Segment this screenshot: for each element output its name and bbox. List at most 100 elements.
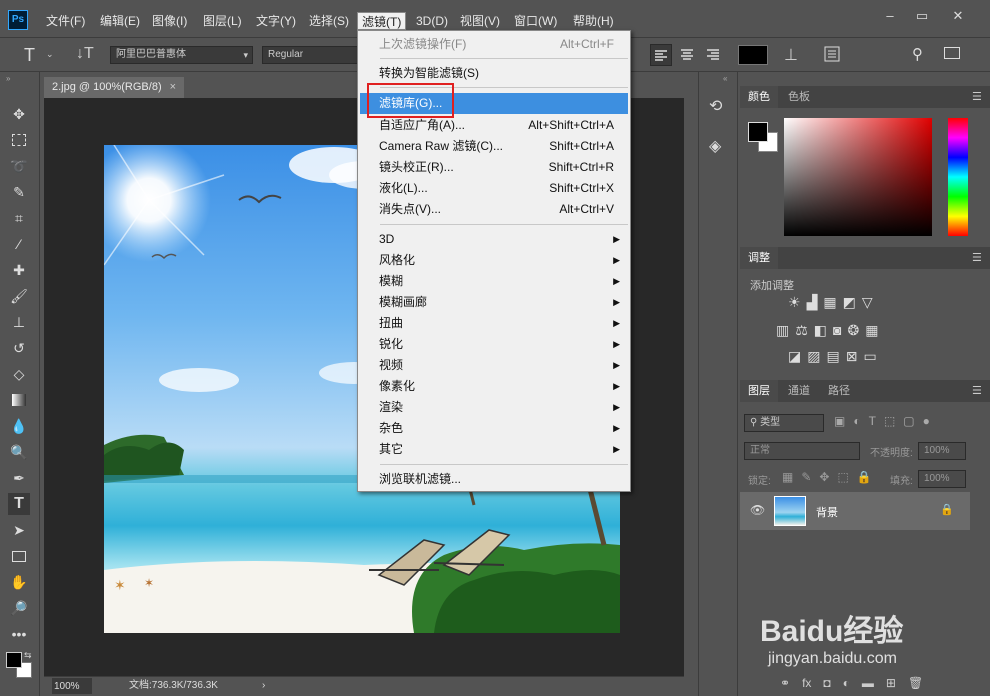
gradient-tool-icon[interactable] [8,389,30,411]
quick-select-tool-icon[interactable]: ✎ [8,181,30,203]
shape-filter-icon[interactable]: ⬚ [884,414,895,428]
menu-window[interactable]: 窗口(W) [510,12,561,30]
lock-pixels-icon[interactable]: ✎ [801,470,811,484]
brush-tool-icon[interactable]: 🖌 [8,285,30,307]
threshold-icon[interactable]: ▤ [826,348,839,365]
layer-lock-icon[interactable]: 🔒 [940,503,954,516]
move-tool-icon[interactable]: ✥ [8,103,30,125]
document-tab[interactable]: 2.jpg @ 100%(RGB/8) × [44,77,184,98]
clone-stamp-tool-icon[interactable]: ⊥ [8,311,30,333]
character-panel-icon[interactable] [822,44,844,66]
blur-tool-icon[interactable]: 💧 [8,415,30,437]
collapse-icon[interactable]: « [723,74,727,83]
menu-type[interactable]: 文字(Y) [252,12,300,30]
lock-artboard-icon[interactable]: ⬚ [837,470,848,484]
menu-select[interactable]: 选择(S) [305,12,353,30]
menu-image[interactable]: 图像(I) [148,12,191,30]
menu-item-other[interactable]: 其它 ▶ [360,439,628,460]
history-brush-tool-icon[interactable]: ↺ [8,337,30,359]
layer-style-icon[interactable]: fx [802,676,811,690]
menu-item-render[interactable]: 渲染 ▶ [360,397,628,418]
menu-item-video[interactable]: 视频 ▶ [360,355,628,376]
menu-edit[interactable]: 编辑(E) [96,12,144,30]
tab-layers[interactable]: 图层 [740,380,778,402]
channel-mixer-icon[interactable]: ❂ [848,322,860,339]
tab-swatches[interactable]: 色板 [780,86,818,108]
gradient-map-icon[interactable]: ▭ [863,348,876,365]
hue-slider[interactable] [948,118,968,236]
layer-filter-select[interactable]: ⚲ 类型 [744,414,824,432]
chevron-down-icon[interactable]: ⌄ [46,49,54,60]
eyedropper-tool-icon[interactable]: ⁄ [8,233,30,255]
zoom-level[interactable]: 100% [52,678,92,694]
type-tool-preset-icon[interactable]: T [24,45,35,66]
search-icon[interactable]: ⚲ [912,45,923,63]
lock-all-icon[interactable]: 🔒 [857,470,872,484]
filter-toggle-icon[interactable]: ● [923,414,930,428]
pixel-filter-icon[interactable]: ▣ [834,414,845,428]
opacity-input[interactable]: 100% [918,442,966,460]
menu-item-camera-raw[interactable]: Camera Raw 滤镜(C)... Shift+Ctrl+A [360,136,628,157]
menu-item-distort[interactable]: 扭曲 ▶ [360,313,628,334]
maximize-icon[interactable]: ▭ [912,6,932,26]
lock-transparent-icon[interactable]: ▦ [782,470,793,484]
levels-icon[interactable]: ▟ [807,294,818,311]
vibrance-icon[interactable]: ▽ [862,294,873,311]
align-right-icon[interactable] [703,44,725,66]
menu-item-noise[interactable]: 杂色 ▶ [360,418,628,439]
layer-name[interactable]: 背景 [816,504,838,520]
color-lookup-icon[interactable]: ▦ [865,322,878,339]
more-tools-icon[interactable]: ••• [8,623,30,645]
close-window-icon[interactable]: ✕ [948,6,968,26]
tab-channels[interactable]: 通道 [780,380,818,402]
new-adjustment-layer-icon[interactable]: ◐ [843,676,850,690]
3d-panel-icon[interactable]: ◈ [709,136,721,156]
color-picker-field[interactable] [784,118,932,236]
dodge-tool-icon[interactable]: 🔍 [8,441,30,463]
menu-3d[interactable]: 3D(D) [412,12,452,30]
menu-view[interactable]: 视图(V) [456,12,504,30]
chevron-right-icon[interactable]: › [262,677,265,695]
menu-item-browse-online[interactable]: 浏览联机滤镜... [360,469,628,490]
menu-item-blur-gallery[interactable]: 模糊画廊 ▶ [360,292,628,313]
warp-text-icon[interactable]: ⊥ [784,45,798,65]
text-color-swatch[interactable] [738,45,768,65]
menu-item-lens-correction[interactable]: 镜头校正(R)... Shift+Ctrl+R [360,157,628,178]
selective-color-icon[interactable]: ⊠ [846,348,858,365]
adjustment-filter-icon[interactable]: ◐ [853,414,860,428]
path-selection-tool-icon[interactable]: ➤ [8,519,30,541]
new-group-icon[interactable]: ▬ [862,676,874,690]
type-tool-icon[interactable]: T [8,493,30,515]
menu-item-last-filter[interactable]: 上次滤镜操作(F) Alt+Ctrl+F [360,34,628,55]
hand-tool-icon[interactable]: ✋ [8,571,30,593]
tab-adjustments[interactable]: 调整 [740,247,778,269]
text-orientation-icon[interactable]: ↓T [76,45,94,63]
tab-color[interactable]: 颜色 [740,86,778,108]
menu-item-blur[interactable]: 模糊 ▶ [360,271,628,292]
brightness-icon[interactable]: ☀ [788,294,801,311]
exposure-icon[interactable]: ◩ [843,294,856,311]
menu-item-pixelate[interactable]: 像素化 ▶ [360,376,628,397]
invert-icon[interactable]: ◪ [788,348,801,365]
lasso-tool-icon[interactable]: ➰ [8,155,30,177]
zoom-tool-icon[interactable]: 🔎 [8,597,30,619]
marquee-tool-icon[interactable] [8,129,30,151]
blend-mode-select[interactable]: 正常 [744,442,860,460]
posterize-icon[interactable]: ▨ [807,348,820,365]
tab-paths[interactable]: 路径 [820,380,858,402]
menu-item-vanishing-point[interactable]: 消失点(V)... Alt+Ctrl+V [360,199,628,220]
align-center-icon[interactable] [677,44,699,66]
curves-icon[interactable]: ▦ [823,294,836,311]
workspace-icon[interactable] [944,47,960,59]
hue-saturation-icon[interactable]: ▥ [776,322,789,339]
panel-menu-icon[interactable]: ☰ [972,253,984,264]
menu-item-3d[interactable]: 3D ▶ [360,229,628,250]
menu-item-adaptive-wide-angle[interactable]: 自适应广角(A)... Alt+Shift+Ctrl+A [360,115,628,136]
menu-filter[interactable]: 滤镜(T) [357,12,407,30]
photo-filter-icon[interactable]: ◙ [833,322,841,339]
delete-layer-icon[interactable]: 🗑 [908,676,923,690]
close-tab-icon[interactable]: × [170,77,176,98]
swap-colors-icon[interactable]: ⇆ [24,650,32,661]
layer-mask-icon[interactable]: ◘ [823,676,830,690]
type-filter-icon[interactable]: T [869,414,876,428]
